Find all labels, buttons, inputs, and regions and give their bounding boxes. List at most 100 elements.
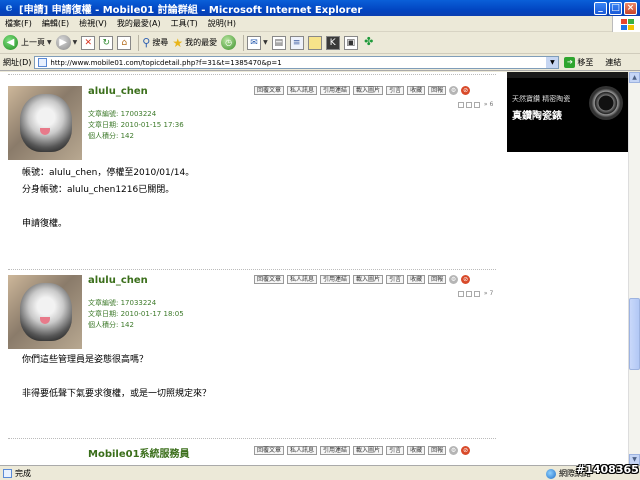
search-button[interactable]: ⚲ 搜尋 <box>142 36 168 49</box>
private-message-button[interactable]: 私人訊息 <box>287 275 318 284</box>
menu-edit[interactable]: 編輯(E) <box>37 18 74 29</box>
private-message-button[interactable]: 私人訊息 <box>287 86 318 95</box>
quote-button[interactable]: 引言 <box>386 86 405 95</box>
maximize-button[interactable]: □ <box>609 1 622 15</box>
expand-icon[interactable] <box>458 101 464 108</box>
stop-button[interactable]: ✕ <box>81 35 96 50</box>
quote-button[interactable]: 引言 <box>386 275 405 284</box>
post-body: 帳號：alulu_chen，停權至2010/01/14。 分身帳號：alulu_… <box>22 165 194 233</box>
dropdown-arrow-icon: ▼ <box>47 39 52 46</box>
mail-button[interactable]: ✉ ▼ <box>247 35 268 50</box>
delete-icon[interactable]: ⊘ <box>461 86 471 95</box>
home-button[interactable]: ⌂ <box>117 35 132 50</box>
post-date: 文章日期: 2010-01-17 18:05 <box>88 310 184 318</box>
user-points: 個人積分: 142 <box>88 321 134 329</box>
load-images-button[interactable]: 載入圖片 <box>353 446 384 455</box>
minimize-button[interactable]: _ <box>594 1 607 15</box>
favorites-label: 我的最愛 <box>185 38 218 47</box>
refresh-button[interactable]: ↻ <box>99 35 114 50</box>
messenger-button[interactable]: ✤ <box>362 34 376 50</box>
watch-advertisement[interactable]: 天然寶鑽 精密陶瓷 真鑽陶瓷錶 <box>507 72 628 152</box>
scroll-up-icon[interactable]: ▲ <box>629 72 640 83</box>
ie-logo-icon: e <box>5 1 13 14</box>
bookmark-button[interactable]: 收藏 <box>407 275 426 284</box>
links-button[interactable]: 連結 <box>605 57 621 68</box>
quote-link-button[interactable]: 引用連結 <box>320 446 351 455</box>
floor-number: » 7 <box>458 290 493 297</box>
report-button[interactable]: 回報 <box>428 86 447 95</box>
vertical-scrollbar[interactable]: ▲ ▼ <box>628 72 640 465</box>
quote-link-button[interactable]: 引用連結 <box>320 275 351 284</box>
bookmark-button[interactable]: 收藏 <box>407 86 426 95</box>
settings-icon[interactable]: ⚙ <box>449 86 459 95</box>
quote-button[interactable]: 引言 <box>386 446 405 455</box>
edit-button[interactable]: ≡ <box>289 35 304 50</box>
post-id: 文章編號: 17003224 <box>88 110 157 118</box>
post-line: 帳號：alulu_chen，停權至2010/01/14。 <box>22 168 195 178</box>
username[interactable]: alulu_chen <box>88 275 148 286</box>
menu-help[interactable]: 說明(H) <box>203 18 241 29</box>
report-button[interactable]: 回報 <box>428 275 447 284</box>
load-images-button[interactable]: 載入圖片 <box>353 86 384 95</box>
load-images-button[interactable]: 載入圖片 <box>353 275 384 284</box>
post-actions: 回覆文章 私人訊息 引用連結 載入圖片 引言 收藏 回報 ⚙ ⊘ <box>254 446 473 455</box>
menu-tools[interactable]: 工具(T) <box>166 18 203 29</box>
history-icon: ◷ <box>221 35 237 50</box>
post-actions: 回覆文章 私人訊息 引用連結 載入圖片 引言 收藏 回報 ⚙ ⊘ <box>254 275 473 284</box>
link-icon[interactable] <box>474 101 480 108</box>
image-watermark: #1408365 <box>576 463 639 476</box>
expand-icon[interactable] <box>458 290 464 297</box>
delete-icon[interactable]: ⊘ <box>461 275 471 284</box>
search-label: 搜尋 <box>152 38 169 47</box>
menu-view[interactable]: 檢視(V) <box>74 18 112 29</box>
stop-icon: ✕ <box>81 35 96 50</box>
discuss-button[interactable] <box>307 35 322 50</box>
refresh-icon: ↻ <box>99 35 114 50</box>
history-button[interactable]: ◷ <box>221 35 237 50</box>
bookmark-button[interactable]: 收藏 <box>407 446 426 455</box>
ad-tagline: 天然寶鑽 精密陶瓷 <box>512 95 571 103</box>
username[interactable]: alulu_chen <box>88 86 148 97</box>
forward-button[interactable]: ▶ ▼ <box>55 35 77 50</box>
status-bar: 完成 網際網路 <box>0 465 640 480</box>
reply-button[interactable]: 回覆文章 <box>254 446 285 455</box>
go-arrow-icon: ➔ <box>564 57 576 68</box>
quote-link-button[interactable]: 引用連結 <box>320 86 351 95</box>
scroll-thumb[interactable] <box>629 298 640 370</box>
messenger-icon: ✤ <box>364 34 374 48</box>
address-input[interactable]: http://www.mobile01.com/topicdetail.php?… <box>34 56 560 69</box>
favorites-button[interactable]: ★ 我的最愛 <box>172 36 217 50</box>
report-button[interactable]: 回報 <box>428 446 447 455</box>
page-content: 天然寶鑽 精密陶瓷 真鑽陶瓷錶 alulu_chen 文章編號: 1700322… <box>0 72 628 465</box>
close-button[interactable]: × <box>624 1 637 15</box>
folder-icon <box>307 35 322 50</box>
reply-button[interactable]: 回覆文章 <box>254 275 285 284</box>
username[interactable]: Mobile01系統服務員 <box>88 445 190 460</box>
collapse-icon[interactable] <box>466 101 472 108</box>
go-button[interactable]: ➔ 移至 <box>564 57 593 68</box>
link-icon[interactable] <box>474 290 480 297</box>
print-button[interactable]: ▤ <box>271 35 286 50</box>
research-button[interactable]: K <box>325 35 340 50</box>
post-line <box>22 369 211 386</box>
delete-icon[interactable]: ⊘ <box>461 446 471 455</box>
settings-icon[interactable]: ⚙ <box>449 446 459 455</box>
settings-icon[interactable]: ⚙ <box>449 275 459 284</box>
windows-logo-icon <box>612 16 640 32</box>
back-button[interactable]: ◀ 上一頁 ▼ <box>3 35 52 50</box>
address-dropdown-icon[interactable]: ▼ <box>546 57 559 68</box>
private-message-button[interactable]: 私人訊息 <box>287 446 318 455</box>
reply-button[interactable]: 回覆文章 <box>254 86 285 95</box>
menu-bar: 檔案(F) 編輯(E) 檢視(V) 我的最愛(A) 工具(T) 說明(H) <box>0 16 640 32</box>
floor-number: » 6 <box>458 101 493 108</box>
post-meta: 文章編號: 17003224 文章日期: 2010-01-15 17:36 個人… <box>88 109 184 142</box>
collapse-icon[interactable] <box>466 290 472 297</box>
home-icon: ⌂ <box>117 35 132 50</box>
ad-headline: 真鑽陶瓷錶 <box>512 111 562 122</box>
tools-button[interactable]: ▣ <box>343 35 358 50</box>
internet-globe-icon <box>546 468 556 479</box>
menu-favorites[interactable]: 我的最愛(A) <box>112 18 166 29</box>
menu-file[interactable]: 檔案(F) <box>0 18 37 29</box>
avatar <box>8 86 82 160</box>
post-line: 非得要低聲下氣要求復權，或是一切照規定來？ <box>22 389 212 399</box>
